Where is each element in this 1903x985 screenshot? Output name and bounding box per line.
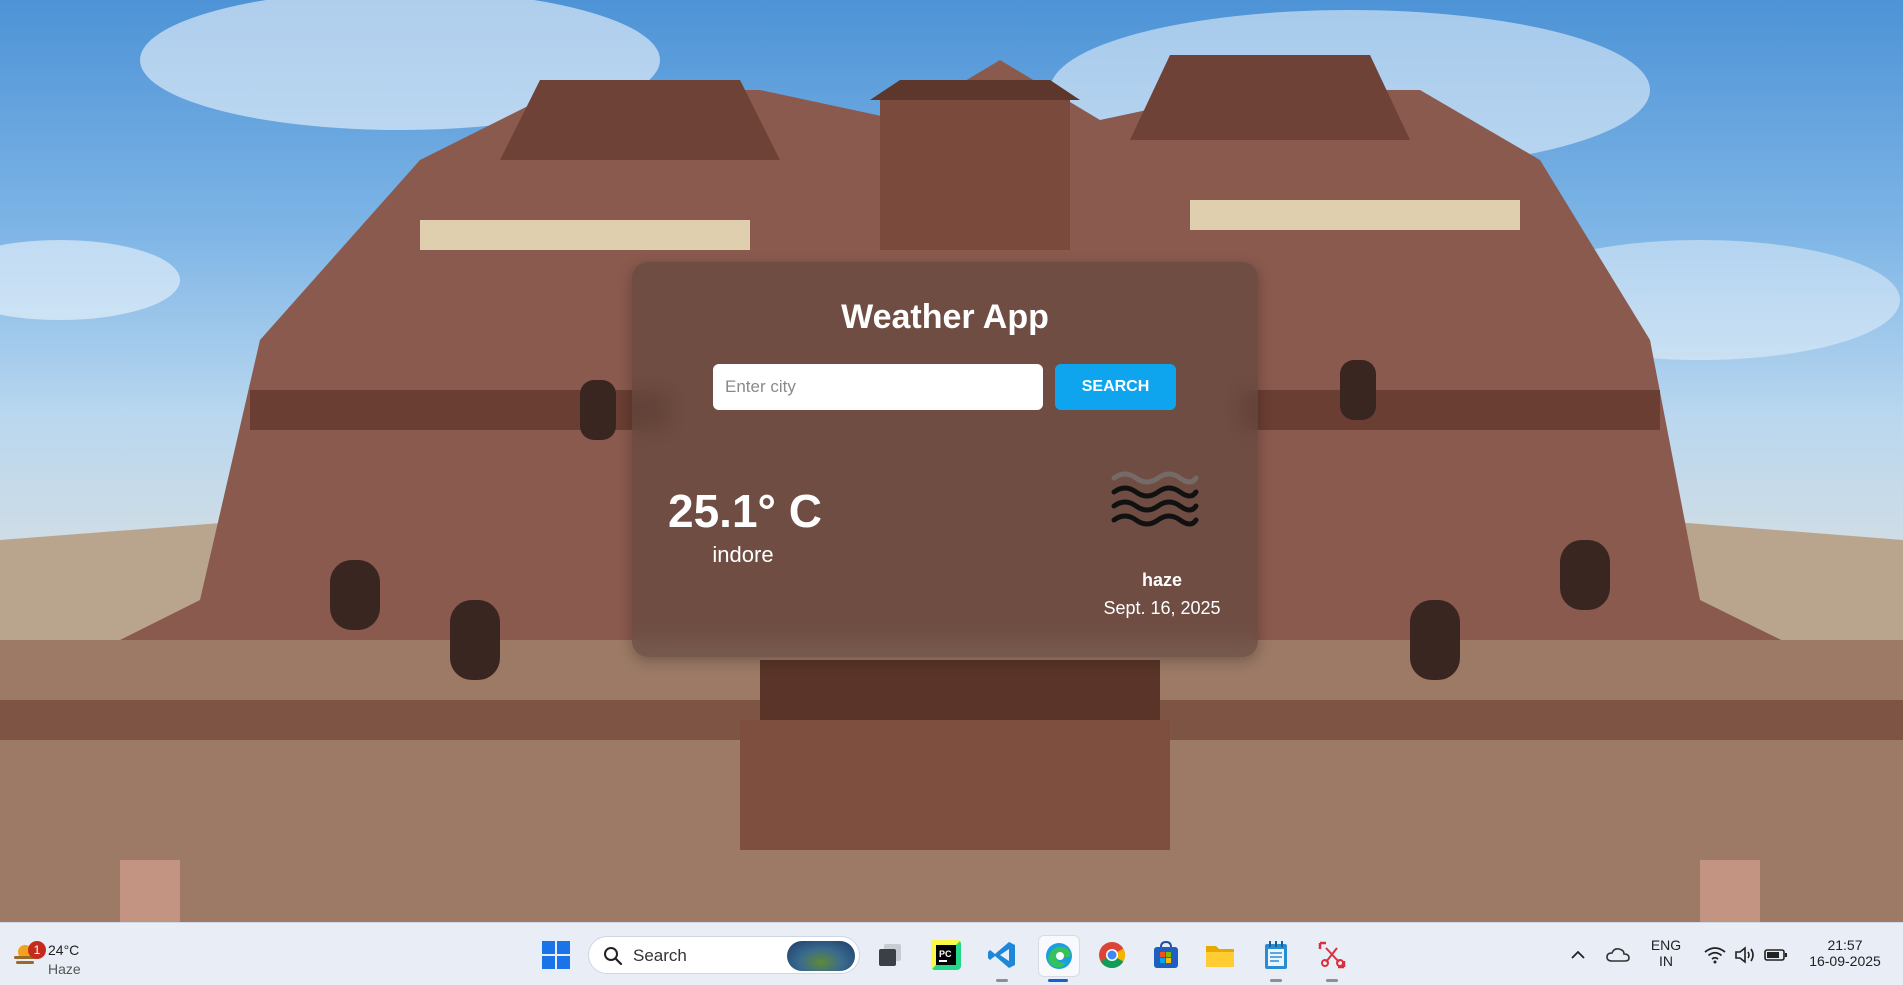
clock-date: 16-09-2025 <box>1809 953 1881 969</box>
onedrive-button[interactable] <box>1604 935 1632 975</box>
task-view-button[interactable] <box>870 935 910 975</box>
clock-time: 21:57 <box>1827 937 1863 953</box>
taskbar-search-label: Search <box>633 946 687 965</box>
show-hidden-icons-button[interactable] <box>1566 935 1590 975</box>
language-indicator[interactable]: ENG IN <box>1644 937 1688 969</box>
city-name: indore <box>712 542 774 567</box>
taskbar-weather-widget[interactable]: 1 24°C Haze <box>8 933 98 977</box>
clock[interactable]: 21:57 16-09-2025 <box>1800 937 1890 969</box>
taskbar-app-file-explorer[interactable] <box>1200 935 1240 975</box>
wifi-icon <box>1704 947 1726 964</box>
language-code: ENG <box>1650 937 1682 953</box>
region-code: IN <box>1659 953 1673 969</box>
search-icon <box>604 947 623 966</box>
chrome-icon <box>1099 942 1126 969</box>
running-indicator <box>1270 979 1282 982</box>
weather-date: Sept. 16, 2025 <box>1103 598 1221 618</box>
windows-start-icon <box>542 941 570 969</box>
svg-text:PC: PC <box>939 949 952 959</box>
file-explorer-icon <box>1206 946 1234 967</box>
volume-icon <box>1735 946 1754 964</box>
active-app-indicator <box>1048 979 1068 982</box>
temperature-value: 25.1° C <box>668 485 822 537</box>
city-search-input[interactable] <box>713 364 1043 410</box>
taskbar-app-chrome[interactable] <box>1092 935 1132 975</box>
quick-settings-button[interactable] <box>1698 935 1794 975</box>
search-button[interactable]: SEARCH <box>1055 364 1176 410</box>
store-icon <box>1154 941 1178 968</box>
pycharm-icon: PC <box>931 940 961 970</box>
taskbar-weather-temp: 24°C <box>48 942 80 958</box>
taskbar-app-edge[interactable] <box>1038 935 1080 977</box>
chevron-up-icon <box>1571 950 1585 959</box>
cloud-icon <box>1606 948 1630 962</box>
taskbar-app-vscode[interactable] <box>982 935 1022 975</box>
task-view-icon <box>879 944 901 966</box>
running-indicator <box>996 979 1008 982</box>
taskbar-app-snipping-tool[interactable] <box>1312 935 1352 975</box>
edge-icon <box>1046 943 1072 969</box>
notepad-icon <box>1265 941 1287 969</box>
snipping-tool-icon <box>1318 941 1346 969</box>
vscode-icon <box>988 942 1015 968</box>
taskbar-app-store[interactable] <box>1146 935 1186 975</box>
running-indicator <box>1326 979 1338 982</box>
app-title: Weather App <box>841 298 1049 336</box>
notification-badge: 1 <box>28 941 46 959</box>
weather-condition: haze <box>1141 570 1183 590</box>
search-highlight-globe-icon <box>787 941 855 971</box>
taskbar-app-notepad[interactable] <box>1256 935 1296 975</box>
weather-card: Weather App SEARCH 25.1° C indore haze S… <box>632 262 1258 657</box>
windows-taskbar: 1 24°C Haze Search PC ENG IN 21:57 16-09… <box>0 922 1903 985</box>
taskbar-search-box[interactable]: Search <box>588 936 860 974</box>
taskbar-app-pycharm[interactable]: PC <box>926 935 966 975</box>
battery-icon <box>1764 949 1787 961</box>
start-button[interactable] <box>536 935 576 975</box>
taskbar-weather-condition: Haze <box>48 961 81 977</box>
haze-icon <box>1111 471 1199 527</box>
